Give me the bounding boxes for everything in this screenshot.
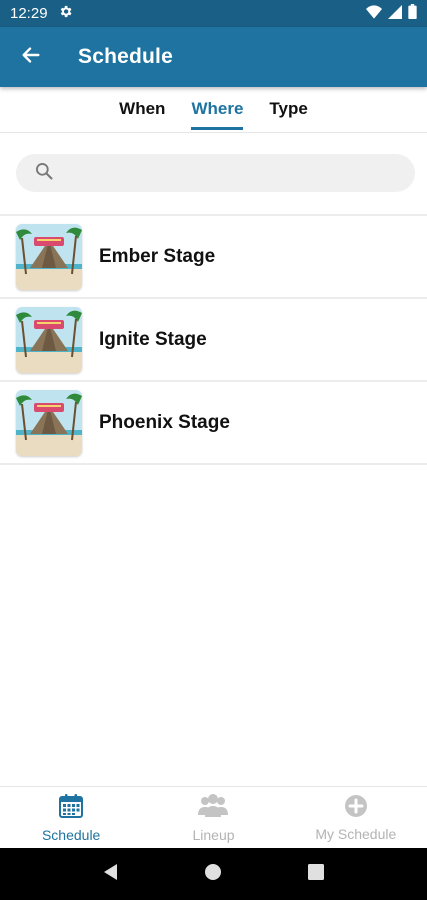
- wifi-icon: [366, 4, 382, 23]
- system-recents-button[interactable]: [296, 854, 336, 894]
- search-input[interactable]: [64, 164, 384, 182]
- triangle-back-icon: [102, 863, 120, 886]
- bottom-navigation: Schedule Lineup My Schedule: [0, 786, 427, 848]
- tab-where[interactable]: Where: [191, 86, 243, 132]
- battery-icon: [408, 4, 417, 23]
- stage-name: Ember Stage: [99, 245, 216, 267]
- nav-schedule[interactable]: Schedule: [0, 787, 142, 848]
- settings-gear-icon: [58, 4, 73, 23]
- list-item-phoenix-stage[interactable]: Phoenix Stage: [0, 382, 427, 465]
- system-navigation-bar: [0, 848, 427, 900]
- tab-when[interactable]: When: [119, 86, 165, 132]
- tab-type[interactable]: Type: [269, 86, 307, 132]
- filter-tabs: When Where Type: [0, 87, 427, 133]
- app-bar: Schedule: [0, 27, 427, 87]
- page-title: Schedule: [78, 45, 173, 68]
- status-bar: 12:29: [0, 0, 427, 27]
- nav-lineup-label: Lineup: [192, 826, 235, 843]
- stage-thumbnail: [16, 223, 82, 290]
- search-icon: [34, 161, 54, 186]
- list-item-ignite-stage[interactable]: Ignite Stage: [0, 299, 427, 382]
- stage-name: Ignite Stage: [99, 328, 207, 350]
- people-icon: [198, 793, 229, 824]
- stage-name: Phoenix Stage: [99, 411, 230, 433]
- list-item-ember-stage[interactable]: Ember Stage: [0, 216, 427, 299]
- nav-my-schedule[interactable]: My Schedule: [285, 787, 427, 848]
- stage-list: Ember Stage Ignite Stage Phoenix Stage: [0, 216, 427, 465]
- calendar-icon: [58, 793, 84, 824]
- stage-thumbnail: [16, 306, 82, 373]
- nav-schedule-label: Schedule: [41, 826, 101, 843]
- circle-home-icon: [204, 863, 222, 886]
- nav-my-schedule-label: My Schedule: [315, 825, 397, 842]
- square-recents-icon: [307, 863, 324, 885]
- signal-icon: [388, 4, 402, 23]
- nav-lineup[interactable]: Lineup: [142, 787, 284, 848]
- arrow-back-icon: [20, 44, 42, 71]
- system-back-button[interactable]: [91, 854, 131, 894]
- back-button[interactable]: [0, 27, 62, 87]
- search-bar[interactable]: [16, 154, 415, 192]
- status-time: 12:29: [10, 5, 48, 22]
- stage-thumbnail: [16, 389, 82, 456]
- add-circle-icon: [344, 794, 368, 823]
- system-home-button[interactable]: [193, 854, 233, 894]
